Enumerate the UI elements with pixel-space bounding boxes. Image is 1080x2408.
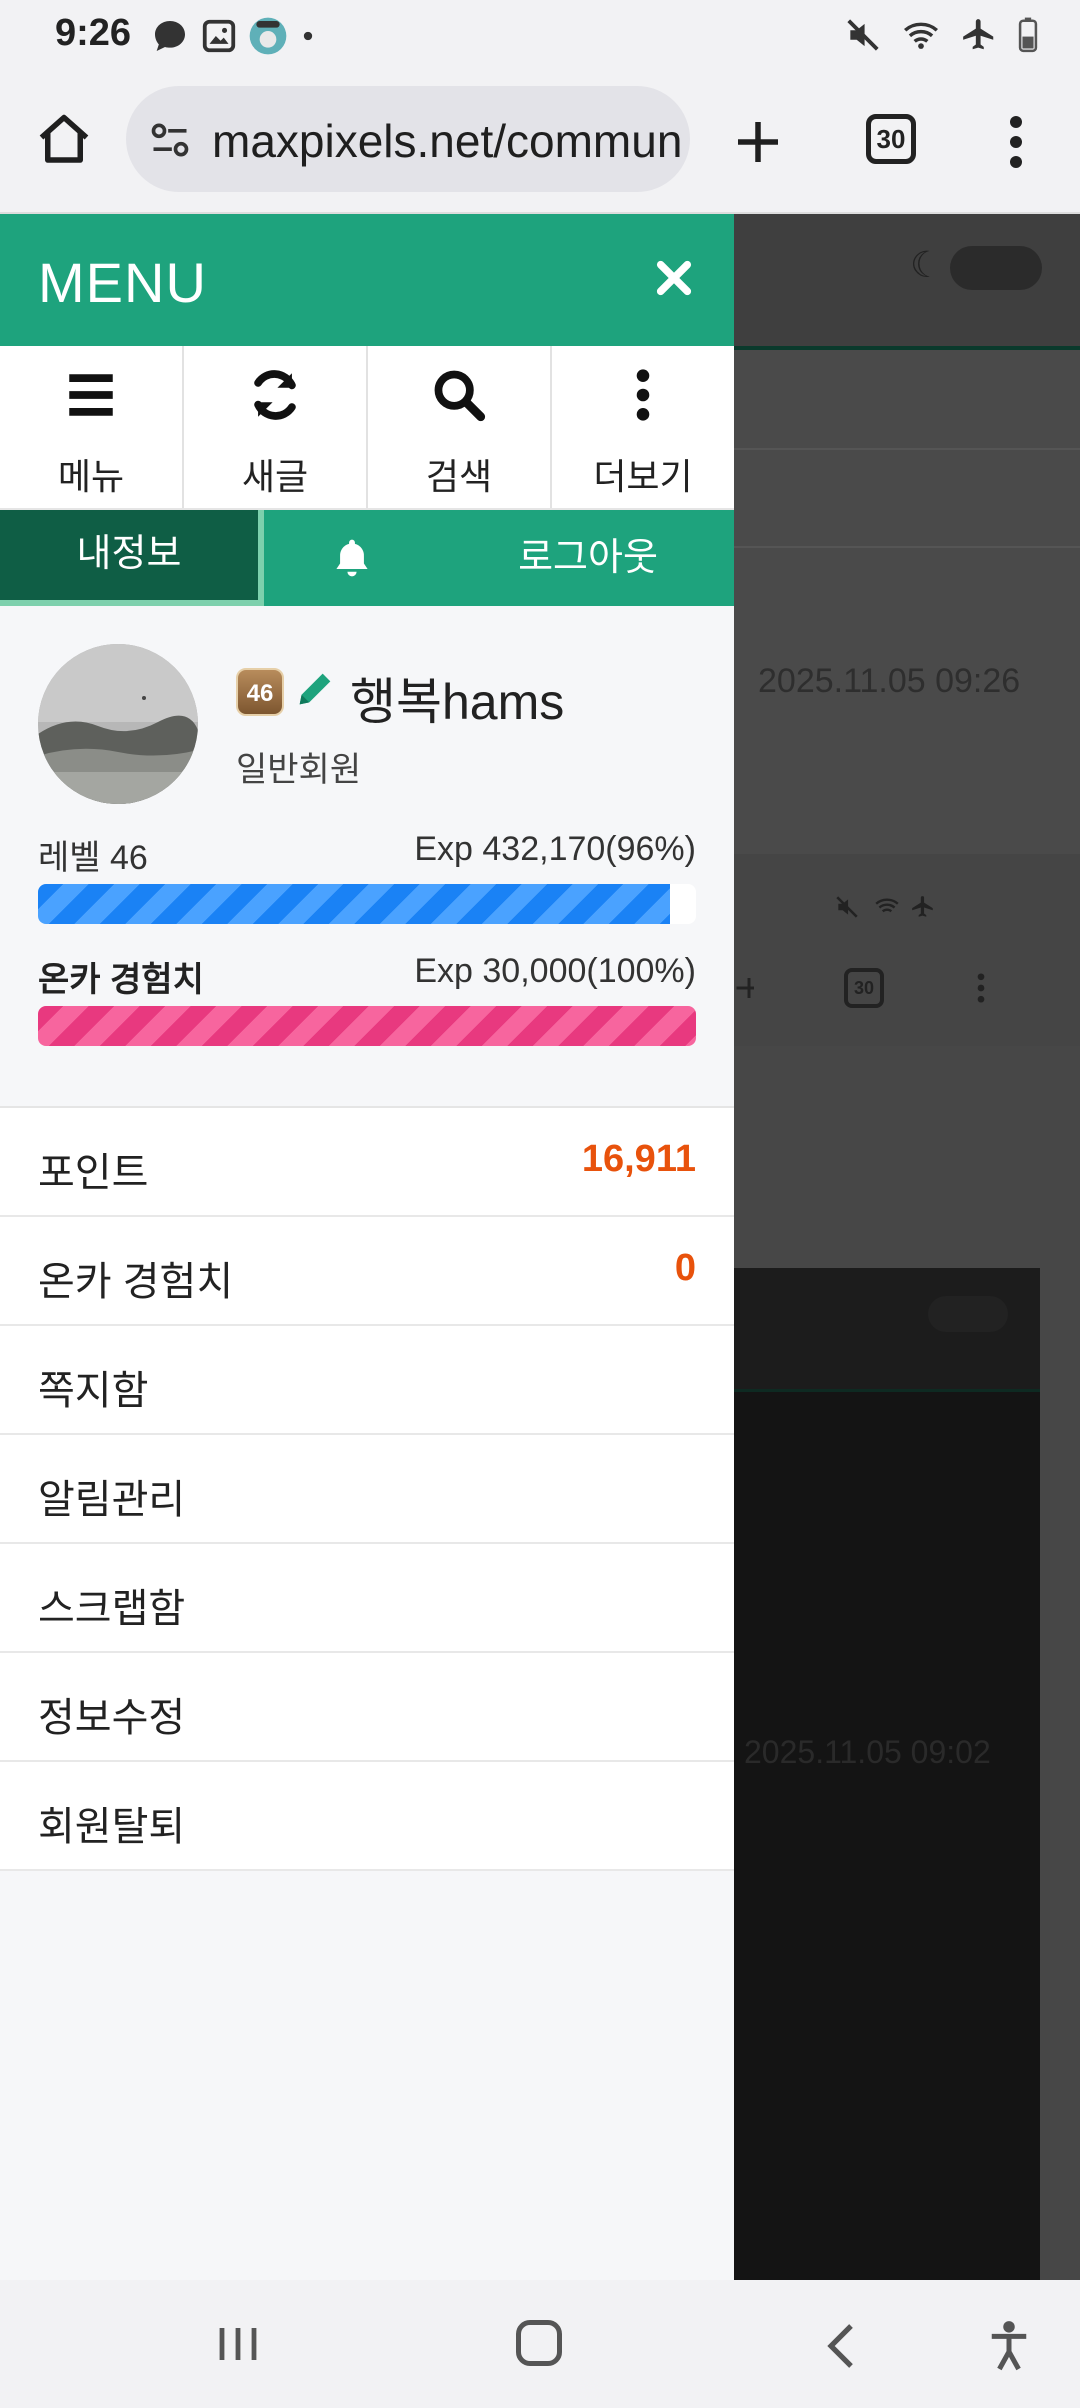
airplane-icon xyxy=(912,896,933,917)
url-text: maxpixels.net/commun xyxy=(212,115,683,167)
image-icon xyxy=(202,19,236,53)
quick-label: 검색 xyxy=(425,456,493,497)
background-date: 2025.11.05 09:02 xyxy=(744,1734,991,1770)
home-button[interactable] xyxy=(516,2320,562,2366)
app-icon xyxy=(249,17,287,55)
list-item-label: 스크랩함 xyxy=(38,1587,186,1631)
system-icons xyxy=(844,16,1040,54)
quick-actions: 메뉴 새글 검색 더보기 xyxy=(0,346,734,510)
onka-exp-label: 온카 경험치 xyxy=(38,961,204,999)
site-settings-icon[interactable] xyxy=(148,118,192,162)
home-icon[interactable] xyxy=(34,110,94,170)
notification-icons xyxy=(150,16,318,56)
list-item-messages[interactable]: 쪽지함 xyxy=(0,1326,734,1435)
menu-title: MENU xyxy=(38,251,207,314)
list-item-notification-settings[interactable]: 알림관리 xyxy=(0,1435,734,1544)
system-nav-bar xyxy=(0,2280,1080,2408)
background-dark-header xyxy=(734,1268,1040,1392)
side-menu: MENU 메뉴 새글 검색 더보기 내정보 로그아웃 46 행복hams 일반회… xyxy=(0,214,734,2280)
quick-new-posts-button[interactable]: 새글 xyxy=(184,346,368,508)
avatar[interactable] xyxy=(38,644,198,804)
battery-icon xyxy=(1018,17,1038,53)
onka-progress-bar xyxy=(38,1006,696,1046)
nickname: 행복hams xyxy=(350,674,565,730)
avatar-image xyxy=(38,644,198,804)
status-bar: 9:26 xyxy=(0,0,1080,72)
list-item-label: 정보수정 xyxy=(38,1696,186,1740)
refresh-icon xyxy=(254,370,296,420)
more-vertical-icon xyxy=(636,369,650,421)
chat-bubble-icon xyxy=(155,21,185,51)
quick-label: 더보기 xyxy=(593,456,693,497)
list-item-label: 온카 경험치 xyxy=(38,1260,234,1304)
list-item-value: 16,911 xyxy=(581,1138,696,1180)
level-label: 레벨 46 xyxy=(38,839,148,877)
background-screenshot-toolbar: 30 xyxy=(734,854,1080,1046)
menu-list: 포인트 16,911 온카 경험치 0 쪽지함 알림관리 스크랩함 정보수정 회… xyxy=(0,1106,734,1871)
new-tab-icon[interactable] xyxy=(728,112,788,172)
tab-my-info[interactable]: 내정보 xyxy=(0,510,264,606)
status-time: 9:26 xyxy=(55,12,132,54)
accessibility-icon[interactable] xyxy=(986,2318,1032,2374)
quick-label: 메뉴 xyxy=(57,456,125,497)
list-item-points[interactable]: 포인트 16,911 xyxy=(0,1108,734,1217)
list-item-label: 알림관리 xyxy=(38,1478,186,1522)
background-page-overlay[interactable]: ☾ 2025.11.05 09:26 30 2025.11.05 09:02 xyxy=(734,214,1080,2280)
close-icon[interactable] xyxy=(654,258,694,298)
level-exp: Exp 432,170(96%) xyxy=(414,830,696,868)
list-item-label: 쪽지함 xyxy=(38,1369,149,1413)
quick-search-button[interactable]: 검색 xyxy=(368,346,552,508)
plus-icon xyxy=(736,978,754,998)
list-item-edit-info[interactable]: 정보수정 xyxy=(0,1653,734,1762)
wifi-icon xyxy=(903,22,939,49)
mute-icon xyxy=(836,896,858,918)
mute-icon xyxy=(847,19,879,51)
background-row xyxy=(734,350,1080,450)
onka-progress-fill xyxy=(38,1006,696,1046)
wifi-icon xyxy=(875,898,899,913)
menu-icon xyxy=(69,374,113,416)
quick-label: 새글 xyxy=(241,456,309,497)
back-icon[interactable] xyxy=(826,2322,856,2370)
dark-mode-toggle xyxy=(928,1296,1008,1332)
more-vertical-icon xyxy=(977,973,985,1003)
member-grade: 일반회원 xyxy=(236,751,362,789)
dark-mode-toggle xyxy=(950,246,1042,290)
level-progress-fill xyxy=(38,884,670,924)
profile-section: 46 행복hams 일반회원 레벨 46 Exp 432,170(96%) 온카… xyxy=(0,606,734,1106)
tab-switcher-button[interactable]: 30 xyxy=(866,114,916,164)
list-item-scraps[interactable]: 스크랩함 xyxy=(0,1544,734,1653)
list-item-withdraw[interactable]: 회원탈퇴 xyxy=(0,1762,734,1871)
quick-more-button[interactable]: 더보기 xyxy=(552,346,734,508)
address-bar[interactable]: maxpixels.net/commun xyxy=(126,86,690,192)
tab-switcher-image: 30 xyxy=(844,968,884,1008)
list-item-label: 포인트 xyxy=(38,1151,149,1195)
pencil-icon[interactable] xyxy=(292,666,338,712)
level-badge: 46 xyxy=(236,668,284,716)
airplane-icon xyxy=(963,19,994,50)
search-icon xyxy=(434,370,486,422)
onka-exp-value: Exp 30,000(100%) xyxy=(414,952,696,990)
bell-icon[interactable] xyxy=(330,534,374,582)
background-screenshot: 30 2025.11.05 09:02 xyxy=(734,854,1080,2280)
menu-tabs: 내정보 로그아웃 xyxy=(0,510,734,606)
recents-icon[interactable] xyxy=(214,2324,262,2364)
background-row xyxy=(734,450,1080,548)
background-dark-page: 2025.11.05 09:02 xyxy=(734,1268,1040,2280)
browser-toolbar: maxpixels.net/commun 30 xyxy=(0,72,1080,214)
background-date: 2025.11.05 09:26 xyxy=(758,662,1021,700)
more-vertical-icon[interactable] xyxy=(996,112,1036,172)
dot-icon xyxy=(303,31,313,41)
list-item-label: 회원탈퇴 xyxy=(38,1805,186,1849)
tab-logout[interactable]: 로그아웃 xyxy=(488,510,688,606)
level-progress-bar xyxy=(38,884,696,924)
moon-icon: ☾ xyxy=(910,244,943,285)
menu-header: MENU xyxy=(0,214,734,346)
list-item-value: 0 xyxy=(674,1247,696,1289)
background-header: ☾ xyxy=(734,214,1080,350)
list-item-onka-exp[interactable]: 온카 경험치 0 xyxy=(0,1217,734,1326)
quick-menu-button[interactable]: 메뉴 xyxy=(0,346,184,508)
